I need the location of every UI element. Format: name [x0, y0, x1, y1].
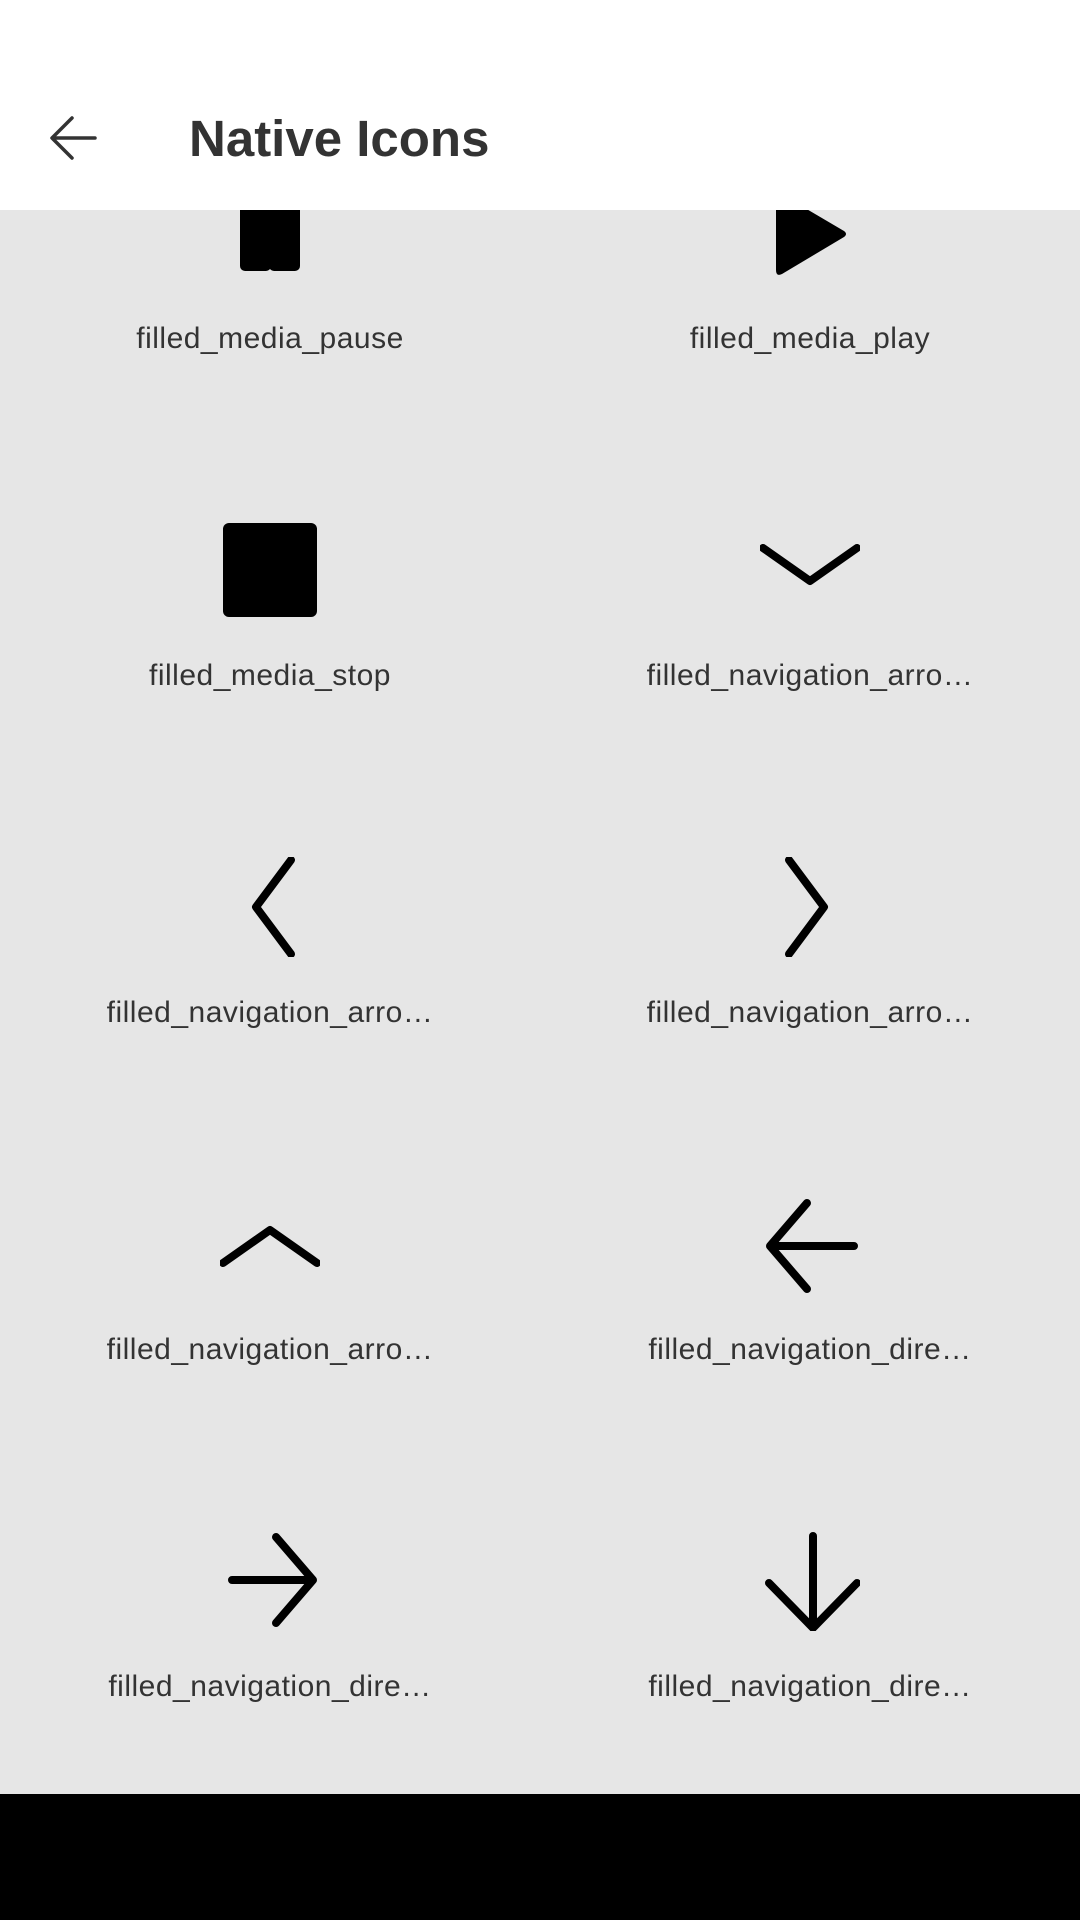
icon-label: filled_navigation_arro… [106, 996, 434, 1029]
icon-tile-media-pause[interactable]: filled_media_pause [0, 210, 540, 427]
icon-tile-direction-down[interactable]: filled_navigation_dire… [540, 1438, 1080, 1775]
icon-tile-media-stop[interactable]: filled_media_stop [0, 427, 540, 764]
icon-label: filled_navigation_arro… [646, 659, 974, 692]
icon-tile-arrow-left[interactable]: filled_navigation_arro… [0, 764, 540, 1101]
chevron-up-icon [220, 1194, 320, 1294]
icon-grid-scroll[interactable]: filled_media_pause filled_media_play fil… [0, 210, 1080, 1794]
status-bar [0, 0, 1080, 63]
chevron-left-icon [220, 857, 320, 957]
icon-label: filled_media_play [689, 322, 931, 355]
arrow-back-icon [48, 113, 98, 168]
icon-tile-arrow-down[interactable]: filled_navigation_arro… [540, 427, 1080, 764]
icon-tile-arrow-up[interactable]: filled_navigation_arro… [0, 1101, 540, 1438]
icon-label: filled_media_pause [136, 322, 404, 355]
icon-tile-media-play[interactable]: filled_media_play [540, 210, 1080, 427]
chevron-down-icon [760, 520, 860, 620]
icon-tile-direction-left[interactable]: filled_navigation_dire… [540, 1101, 1080, 1438]
arrow-right-icon [220, 1531, 320, 1631]
play-icon [760, 210, 860, 283]
icon-label: filled_navigation_dire… [648, 1333, 972, 1366]
chevron-right-icon [760, 857, 860, 957]
icon-label: filled_navigation_dire… [108, 1670, 432, 1703]
icon-label: filled_navigation_arro… [106, 1333, 434, 1366]
pause-icon [220, 210, 320, 283]
page-title: Native Icons [189, 110, 490, 167]
icon-label: filled_navigation_dire… [648, 1670, 972, 1703]
icon-label: filled_media_stop [149, 659, 391, 692]
arrow-down-icon [760, 1531, 860, 1631]
icon-tile-arrow-right[interactable]: filled_navigation_arro… [540, 764, 1080, 1101]
icon-label: filled_navigation_arro… [646, 996, 974, 1029]
back-button[interactable] [33, 106, 113, 174]
arrow-left-icon [760, 1194, 860, 1294]
stop-icon [220, 520, 320, 620]
navigation-bar [0, 1794, 1080, 1920]
icon-tile-direction-right[interactable]: filled_navigation_dire… [0, 1438, 540, 1775]
app-bar: Native Icons [0, 63, 1080, 210]
